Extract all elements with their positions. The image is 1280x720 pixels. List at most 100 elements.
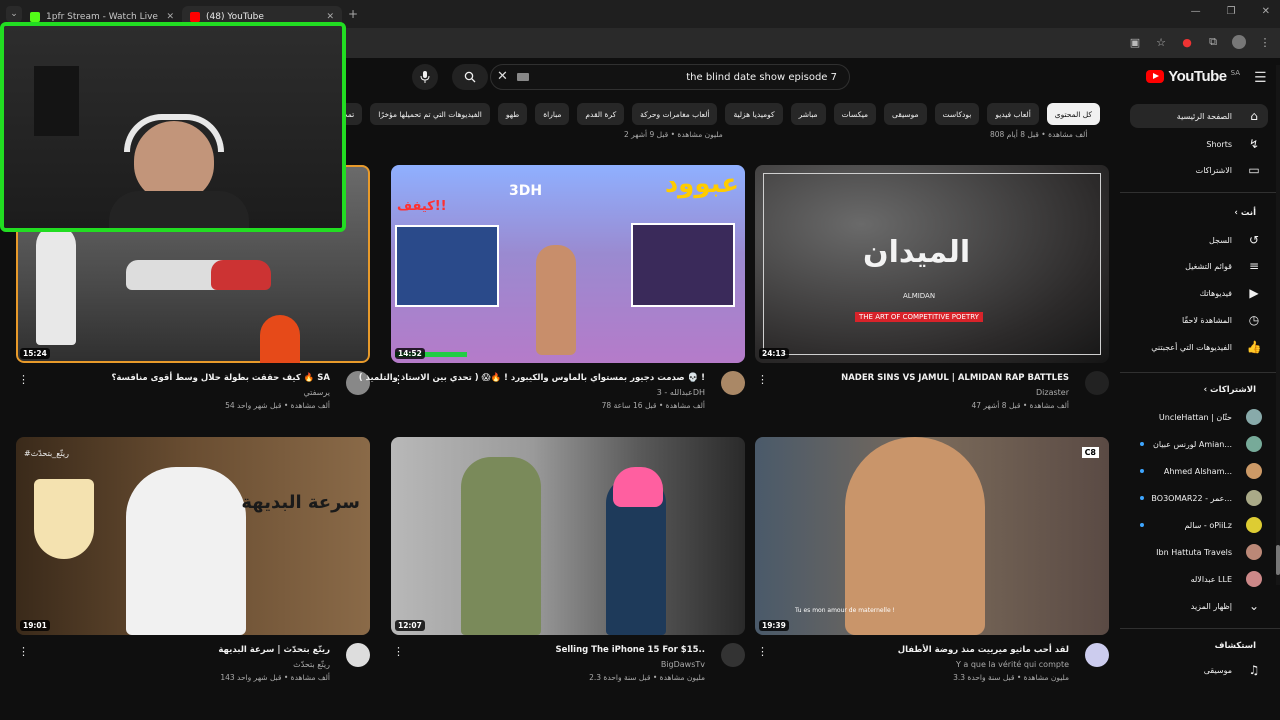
sidebar-item-liked-videos[interactable]: الفيديوهات التي أعجبتني 👍 (1151, 335, 1262, 359)
sidebar-item-home[interactable]: الصفحة الرئيسية ⌂ (1130, 104, 1268, 128)
channel-avatar[interactable] (721, 371, 745, 395)
video-card[interactable]: C8 Tu es mon amour de maternelle ! 19:39… (755, 437, 1109, 691)
webcam-overlay (0, 22, 346, 232)
scrollbar-thumb[interactable] (1276, 545, 1280, 575)
sidebar-item-subscriptions[interactable]: الاشتراكات ▭ (1196, 158, 1262, 182)
video-card[interactable]: سرعة البديهة #ريتّع_بتحدّث 19:01 ⋮ ريتّع… (16, 437, 370, 691)
chip[interactable]: بودكاست (934, 103, 980, 125)
youtube-logo[interactable]: YouTube SA (1146, 68, 1240, 85)
video-stats: 2.3 مليون مشاهدة • قبل سنة واحدة (589, 673, 705, 682)
maximize-icon[interactable]: ❐ (1227, 6, 1236, 17)
chip[interactable]: موسيقى (884, 103, 927, 125)
video-thumbnail[interactable]: 12:07 (391, 437, 745, 635)
tab-title: 1pfr Stream - Watch Live on Ki (46, 12, 160, 22)
subscriptions-icon: ▭ (1248, 163, 1260, 177)
video-thumbnail[interactable]: C8 Tu es mon amour de maternelle ! 19:39 (755, 437, 1109, 635)
video-title[interactable]: صدمت دجيور بمستواي بالماوس والكيبورد ! 🔥… (359, 373, 705, 383)
minimize-icon[interactable]: — (1191, 6, 1201, 17)
video-more-icon[interactable]: ⋮ (393, 645, 404, 658)
search-input[interactable]: ✕ the blind date show episode 7 (490, 64, 850, 90)
video-stats: 143 ألف مشاهدة • قبل شهر واحد (220, 673, 330, 682)
close-icon[interactable]: ✕ (326, 12, 334, 22)
chip[interactable]: الفيديوهات التي تم تحميلها مؤخرًا (370, 103, 490, 125)
sidebar-item-watch-later[interactable]: المشاهدة لاحقًا ◷ (1182, 308, 1262, 332)
search-button[interactable] (452, 64, 488, 90)
channel-avatar[interactable] (346, 643, 370, 667)
chip[interactable]: ميكسات (833, 103, 877, 125)
chip[interactable]: مباشر (790, 103, 826, 125)
sidebar-item-channel[interactable]: لورنس عبيان Amian... (1153, 432, 1262, 456)
bookmark-star-icon[interactable]: ☆ (1154, 35, 1168, 49)
playlists-icon: ≡ (1248, 259, 1260, 273)
extension-red-icon[interactable]: ● (1180, 35, 1194, 49)
sidebar-item-channel[interactable]: UncleHattan | حتّان (1159, 405, 1262, 429)
browser-toolbar-icons: ▣ ☆ ● ⧉ ⋮ (1128, 35, 1272, 49)
video-thumbnail[interactable]: عبوود 3DH كيفف!! 14:52 (391, 165, 745, 363)
prev-row-stats: 808 ألف مشاهدة • قبل 8 أيام (990, 130, 1088, 139)
channel-name[interactable]: عبدالله - 3DH (657, 388, 705, 397)
shorts-icon: ↯ (1248, 137, 1260, 151)
new-tab-icon[interactable]: + (348, 7, 358, 21)
clear-search-icon[interactable]: ✕ (497, 69, 508, 84)
video-title[interactable]: Selling The iPhone 15 For $15.. (555, 645, 705, 655)
clock-icon: ◷ (1248, 313, 1260, 327)
close-window-icon[interactable]: ✕ (1262, 6, 1270, 17)
chip-all[interactable]: كل المحتوى (1046, 103, 1100, 125)
close-icon[interactable]: ✕ (166, 12, 174, 22)
video-title[interactable]: NADER SINS VS JAMUL | ALMIDAN RAP BATTLE… (841, 373, 1069, 383)
voice-search-button[interactable] (412, 64, 438, 90)
sidebar-item-playlists[interactable]: قوائم التشغيل ≡ (1185, 254, 1262, 278)
keyboard-icon[interactable] (517, 73, 529, 81)
video-title[interactable]: كيف حققت بطولة حلال وسط أقوى منافسة؟ 🔥 S… (111, 373, 330, 383)
video-card[interactable]: الميدان ALMIDAN THE ART OF COMPETITIVE P… (755, 165, 1109, 419)
video-title[interactable]: لقد أحب ماثيو ميرييت منذ روضة الأطفال (898, 645, 1069, 655)
channel-avatar[interactable] (1085, 371, 1109, 395)
menu-icon[interactable]: ☰ (1254, 70, 1268, 86)
sidebar-item-channel[interactable]: Ahmed Alsham... (1164, 459, 1262, 483)
channel-logo: C8 (1081, 447, 1099, 458)
sidebar-item-shorts[interactable]: Shorts ↯ (1206, 132, 1262, 156)
channel-name[interactable]: ريتّع بتحدّث (293, 660, 330, 669)
extensions-icon[interactable]: ⧉ (1206, 35, 1220, 49)
chip[interactable]: تمت مشاهدتها (345, 103, 363, 125)
sidebar-item-your-videos[interactable]: فيديوهاتك ▶ (1200, 281, 1262, 305)
channel-name[interactable]: Dizaster (1036, 388, 1069, 397)
cast-icon[interactable]: ▣ (1128, 35, 1142, 49)
channel-avatar[interactable] (721, 643, 745, 667)
video-more-icon[interactable]: ⋮ (757, 645, 768, 658)
video-more-icon[interactable]: ⋮ (18, 645, 29, 658)
chip[interactable]: كرة القدم (577, 103, 625, 125)
sidebar-item-music[interactable]: موسيقى ♫ (1204, 658, 1262, 682)
region-code: SA (1230, 68, 1240, 77)
video-thumbnail[interactable]: الميدان ALMIDAN THE ART OF COMPETITIVE P… (755, 165, 1109, 363)
video-more-icon[interactable]: ⋮ (757, 373, 768, 386)
video-card[interactable]: عبوود 3DH كيفف!! 14:52 ⋮ صدمت دجيور بمست… (359, 165, 745, 419)
sidebar-item-channel[interactable]: عبدالاله LLE (1191, 567, 1262, 591)
sidebar-section-you[interactable]: ‹ أنت (1234, 208, 1256, 218)
page-scrollbar[interactable] (1276, 65, 1280, 585)
sidebar-item-label: موسيقى (1203, 665, 1232, 675)
chip[interactable]: كوميديا هزلية (725, 103, 783, 125)
channel-name[interactable]: يرسفتي (304, 388, 330, 397)
chip[interactable]: ألعاب مغامرات وحركة (632, 103, 718, 125)
video-card[interactable]: 12:07 ⋮ Selling The iPhone 15 For $15.. … (391, 437, 745, 691)
chip[interactable]: طهو (497, 103, 528, 125)
sidebar-show-more[interactable]: إظهار المزيد ⌄ (1191, 594, 1262, 618)
sidebar-item-channel[interactable]: BO3OMAR22 - عمر... (1151, 486, 1262, 510)
sidebar-item-channel[interactable]: سالم - oPiiLz (1184, 513, 1262, 537)
video-title[interactable]: ريتّع بتحدّث | سرعة البديهة (218, 645, 330, 655)
channel-name[interactable]: Y a que la vérité qui compte (956, 660, 1069, 669)
more-menu-icon[interactable]: ⋮ (1258, 35, 1272, 49)
sidebar-item-channel[interactable]: Ibn Hattuta Travels (1156, 540, 1262, 564)
channel-avatar[interactable] (1085, 643, 1109, 667)
sidebar-item-history[interactable]: السجل ↺ (1209, 228, 1262, 252)
chip[interactable]: ألعاب فيديو (987, 103, 1039, 125)
video-more-icon[interactable]: ⋮ (18, 373, 29, 386)
channel-name[interactable]: BigDawsTv (661, 660, 705, 669)
tab-search-button[interactable]: ⌄ (6, 6, 22, 22)
video-thumbnail[interactable]: سرعة البديهة #ريتّع_بتحدّث 19:01 (16, 437, 370, 635)
chip[interactable]: مباراة (535, 103, 570, 125)
profile-avatar-icon[interactable] (1232, 35, 1246, 49)
thumbnail-caption: الميدان (863, 235, 971, 270)
thumbnail-subtitle: ALMIDAN (903, 292, 936, 300)
